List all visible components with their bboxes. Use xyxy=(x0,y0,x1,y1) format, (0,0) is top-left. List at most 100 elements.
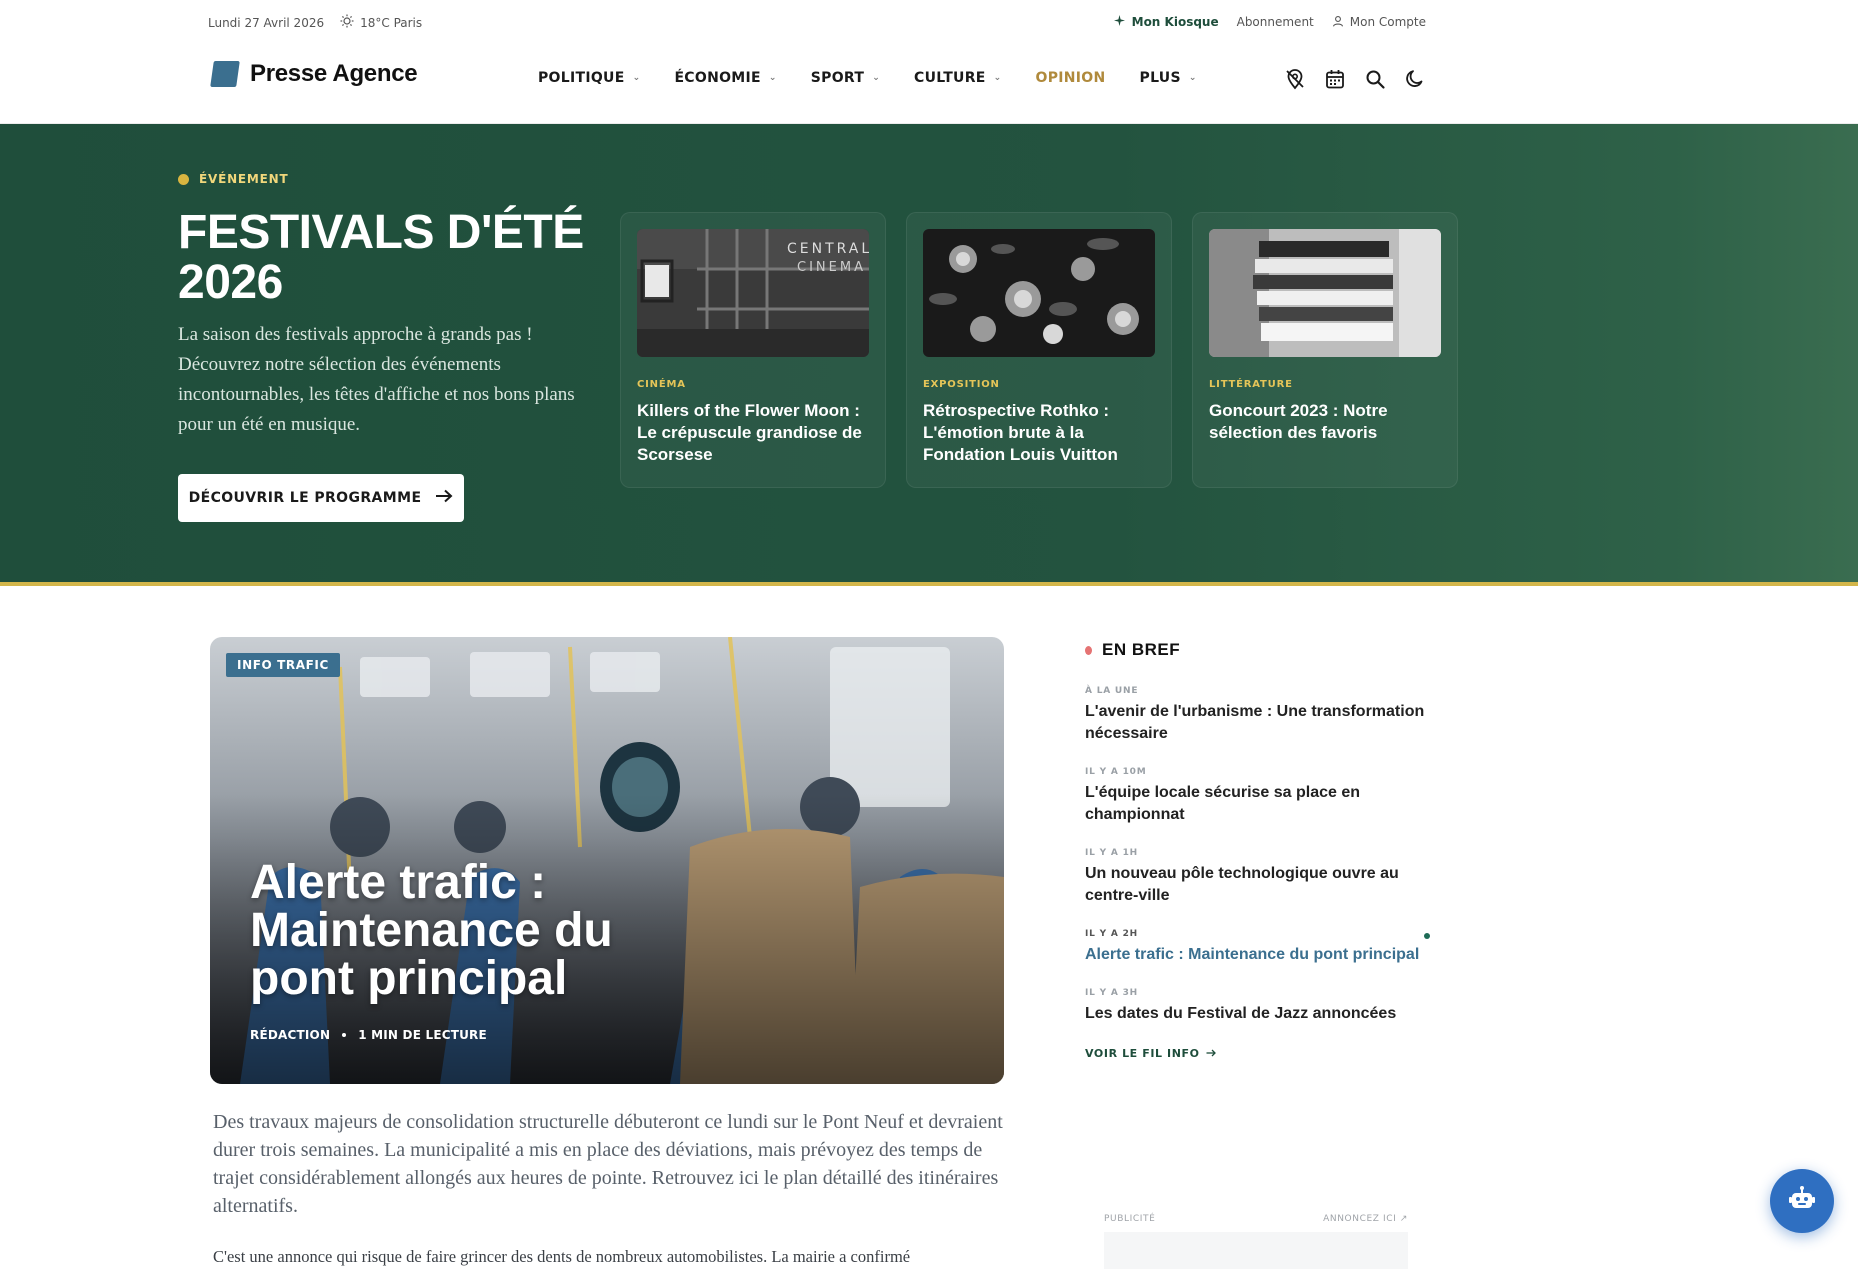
hero-description: La saison des festivals approche à grand… xyxy=(178,324,575,435)
article-body: C'est une annonce qui risque de faire gr… xyxy=(213,1247,911,1266)
bref-time: IL Y A 3H xyxy=(1085,988,1138,998)
cinema-image: CENTRAL CINEMA xyxy=(637,229,869,357)
flowers-image xyxy=(923,229,1155,357)
bref-time: IL Y A 1H xyxy=(1085,848,1138,858)
top-bar-right: Mon Kiosque Abonnement Mon Compte xyxy=(1113,14,1426,30)
featured-article[interactable]: INFO TRAFIC Alerte trafic : Maintenance … xyxy=(210,637,1004,1084)
feature-meta: RÉDACTION 1 MIN DE LECTURE xyxy=(250,1028,487,1042)
bref-item-active[interactable]: IL Y A 2H Alerte trafic : Maintenance du… xyxy=(1085,929,1430,966)
heading-label: EN BREF xyxy=(1102,640,1181,659)
robot-icon xyxy=(1787,1184,1817,1218)
abonnement-link[interactable]: Abonnement xyxy=(1237,15,1314,29)
location-off-icon[interactable] xyxy=(1284,68,1306,90)
active-indicator xyxy=(1424,933,1430,939)
arrow-right-icon xyxy=(435,489,453,507)
main-nav: POLITIQUE ⌄ ÉCONOMIE ⌄ SPORT ⌄ CULTURE ⌄ OPI… xyxy=(538,70,1197,86)
read-time: 1 MIN DE LECTURE xyxy=(358,1028,487,1042)
account-link[interactable]: Mon Compte xyxy=(1332,15,1426,30)
author: RÉDACTION xyxy=(250,1028,331,1042)
nav-label: PLUS xyxy=(1139,70,1181,86)
arrow-right-icon xyxy=(1206,1047,1216,1060)
tag-dot xyxy=(178,173,189,185)
chevron-down-icon: ⌄ xyxy=(768,73,777,83)
external-link-icon: ↗ xyxy=(1399,1214,1408,1224)
nav-label: CULTURE xyxy=(914,70,986,86)
kiosque-label: Mon Kiosque xyxy=(1131,15,1219,29)
bref-item[interactable]: À LA UNE L'avenir de l'urbanisme : Une t… xyxy=(1085,686,1430,745)
books-image xyxy=(1209,229,1441,357)
search-icon[interactable] xyxy=(1364,68,1386,90)
live-dot xyxy=(1085,645,1092,655)
nav-label: POLITIQUE xyxy=(538,70,625,86)
moon-icon[interactable] xyxy=(1404,68,1426,90)
card-category: EXPOSITION xyxy=(923,379,1000,390)
svg-text:CENTRAL: CENTRAL xyxy=(787,241,869,257)
bref-item[interactable]: IL Y A 3H Les dates du Festival de Jazz … xyxy=(1085,988,1430,1025)
sun-icon xyxy=(340,14,354,31)
article-lead: Des travaux majeurs de consolidation str… xyxy=(213,1111,1003,1217)
svg-text:CINEMA: CINEMA xyxy=(797,260,866,275)
logo-mark xyxy=(210,61,240,87)
card-title: Goncourt 2023 : Notre sélection des favo… xyxy=(1209,401,1388,442)
hero-card-litterature[interactable]: LITTÉRATURE Goncourt 2023 : Notre sélect… xyxy=(1192,212,1458,488)
top-bar: Lundi 27 Avril 2026 18°C Paris Mon Kiosq… xyxy=(0,0,1858,42)
pub-link[interactable]: ANNONCEZ ICI ↗ xyxy=(1323,1214,1408,1224)
header-icons xyxy=(1284,68,1426,90)
hero-cards: CENTRAL CINEMA CINÉMA Killers of the Flo… xyxy=(620,212,1458,488)
kiosque-link[interactable]: Mon Kiosque xyxy=(1113,14,1219,30)
voir-fil-info-link[interactable]: VOIR LE FIL INFO xyxy=(1085,1047,1430,1060)
hero-tag: ÉVÉNEMENT xyxy=(178,172,289,186)
button-label: DÉCOUVRIR LE PROGRAMME xyxy=(188,490,422,506)
nav-item-culture[interactable]: CULTURE ⌄ xyxy=(914,70,1001,86)
user-icon xyxy=(1332,15,1344,30)
category-badge[interactable]: INFO TRAFIC xyxy=(226,653,340,677)
top-bar-left: Lundi 27 Avril 2026 18°C Paris xyxy=(208,14,422,31)
weather-widget: 18°C Paris xyxy=(340,14,422,31)
bref-item[interactable]: IL Y A 1H Un nouveau pôle technologique … xyxy=(1085,848,1430,907)
nav-item-sport[interactable]: SPORT ⌄ xyxy=(811,70,880,86)
hero-card-exposition[interactable]: EXPOSITION Rétrospective Rothko : L'émot… xyxy=(906,212,1172,488)
bref-title: Un nouveau pôle technologique ouvre au c… xyxy=(1085,865,1399,904)
bref-time: IL Y A 2H xyxy=(1085,929,1138,939)
nav-item-economie[interactable]: ÉCONOMIE ⌄ xyxy=(674,70,776,86)
chevron-down-icon: ⌄ xyxy=(1188,73,1197,83)
hero-festivals: ÉVÉNEMENT FESTIVALS D'ÉTÉ 2026 La saison… xyxy=(0,124,1858,586)
logo-text: Presse Agence xyxy=(250,60,418,87)
bref-item[interactable]: IL Y A 10M L'équipe locale sécurise sa p… xyxy=(1085,767,1430,826)
nav-item-plus[interactable]: PLUS ⌄ xyxy=(1140,70,1197,86)
account-label: Mon Compte xyxy=(1349,15,1426,29)
card-category: CINÉMA xyxy=(637,379,686,390)
pub-header: PUBLICITÉ ANNONCEZ ICI ↗ xyxy=(1104,1214,1408,1224)
nav-label: SPORT xyxy=(810,70,865,86)
weather-text: 18°C Paris xyxy=(360,15,423,30)
hero-tag-label: ÉVÉNEMENT xyxy=(199,172,289,186)
sparkle-icon xyxy=(1113,14,1126,30)
pub-label: PUBLICITÉ xyxy=(1104,1214,1156,1224)
ad-slot[interactable] xyxy=(1104,1232,1408,1269)
more-label: VOIR LE FIL INFO xyxy=(1085,1047,1200,1060)
site-logo[interactable]: Presse Agence xyxy=(210,60,418,88)
bref-title: Alerte trafic : Maintenance du pont prin… xyxy=(1085,946,1420,963)
en-bref-sidebar: EN BREF À LA UNE L'avenir de l'urbanisme… xyxy=(1085,640,1430,1060)
bref-title: L'équipe locale sécurise sa place en cha… xyxy=(1085,784,1361,823)
bref-time: IL Y A 10M xyxy=(1085,767,1147,777)
feature-title: Alerte trafic : Maintenance du pont prin… xyxy=(250,856,613,1005)
nav-item-politique[interactable]: POLITIQUE ⌄ xyxy=(538,70,640,86)
advertisement: PUBLICITÉ ANNONCEZ ICI ↗ xyxy=(1104,1214,1408,1269)
nav-item-opinion[interactable]: OPINION xyxy=(1036,70,1106,86)
pub-link-label: ANNONCEZ ICI xyxy=(1323,1214,1397,1224)
bref-time: À LA UNE xyxy=(1085,686,1139,696)
chatbot-button[interactable] xyxy=(1770,1169,1834,1233)
card-title: Rétrospective Rothko : L'émotion brute à… xyxy=(923,401,1118,464)
hero-title: FESTIVALS D'ÉTÉ 2026 xyxy=(178,206,584,309)
bref-title: Les dates du Festival de Jazz annoncées xyxy=(1085,1005,1397,1022)
nav-label: ÉCONOMIE xyxy=(674,70,761,86)
calendar-icon[interactable] xyxy=(1324,68,1346,90)
current-date: Lundi 27 Avril 2026 xyxy=(208,15,325,30)
site-header: Presse Agence POLITIQUE ⌄ ÉCONOMIE ⌄ SPORT… xyxy=(0,42,1858,124)
discover-program-button[interactable]: DÉCOUVRIR LE PROGRAMME xyxy=(178,474,464,522)
hero-card-cinema[interactable]: CENTRAL CINEMA CINÉMA Killers of the Flo… xyxy=(620,212,886,488)
meta-separator xyxy=(342,1033,347,1037)
card-title: Killers of the Flower Moon : Le crépuscu… xyxy=(637,401,862,464)
bref-title: L'avenir de l'urbanisme : Une transforma… xyxy=(1085,703,1425,742)
